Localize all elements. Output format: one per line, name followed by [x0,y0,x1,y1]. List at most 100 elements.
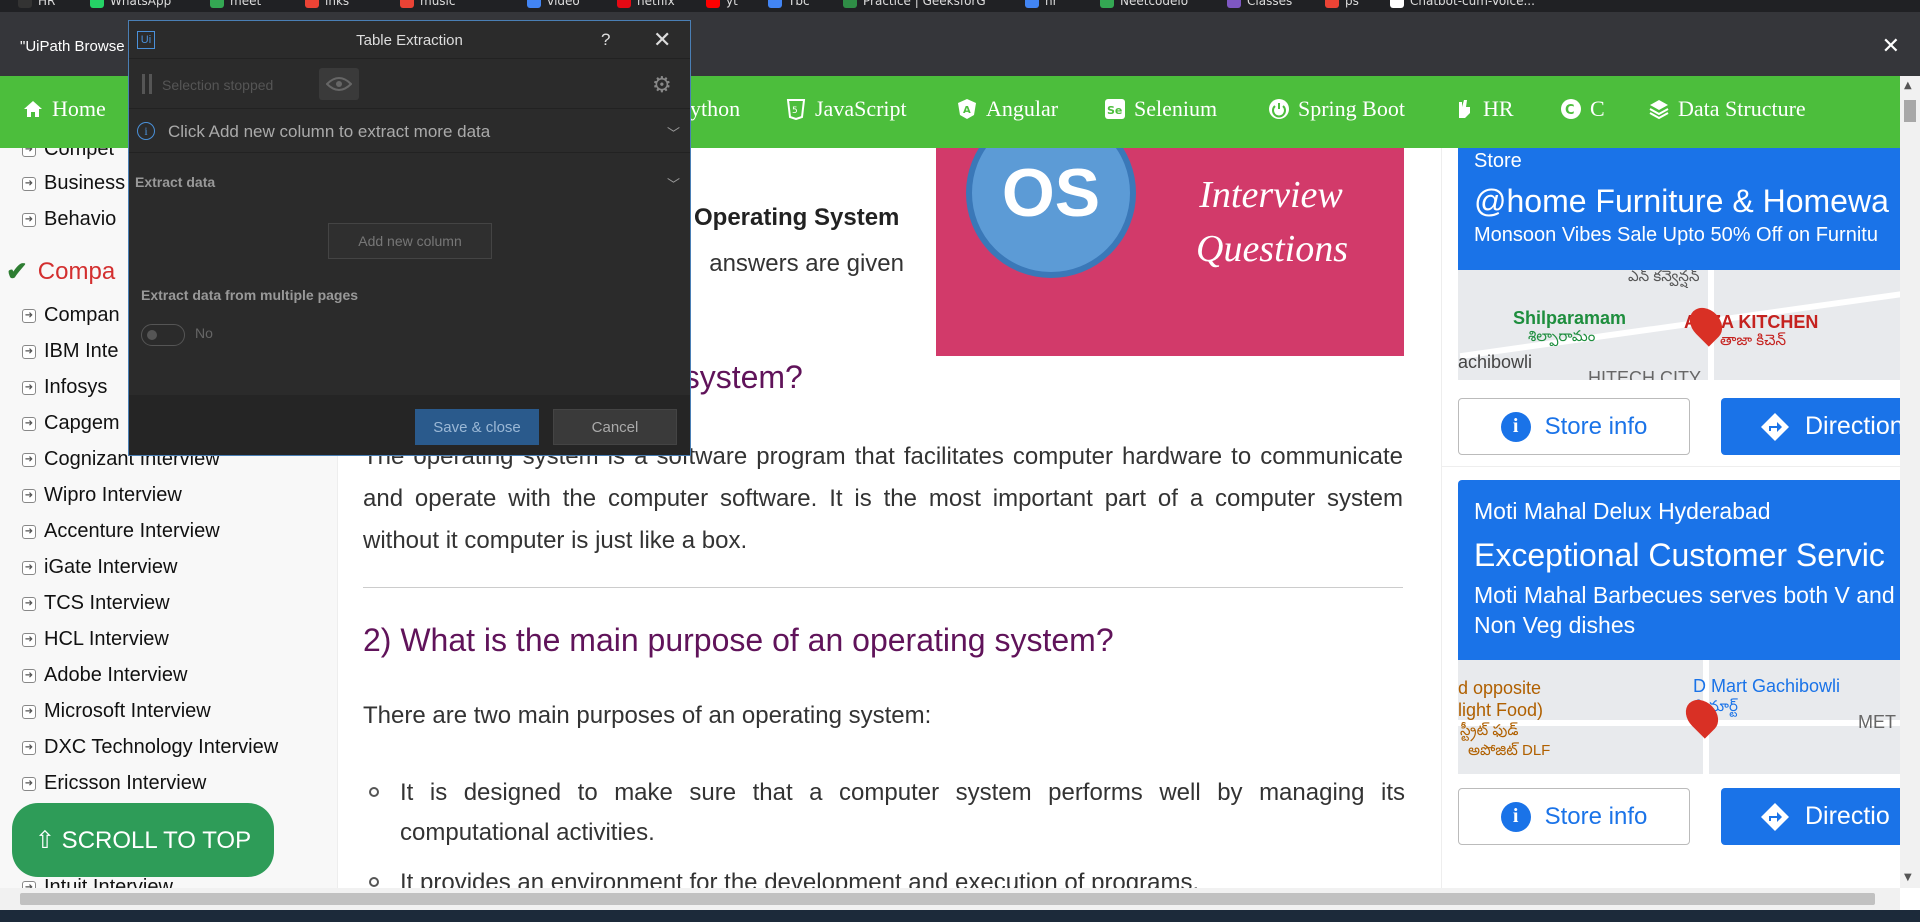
bookmark-icon [768,0,782,8]
question-heading: 2) What is the main purpose of an operat… [363,622,1114,658]
close-icon[interactable]: ✕ [653,27,671,53]
answer-paragraph: There are two main purposes of an operat… [363,702,932,729]
bookmark-hr2[interactable]: hr [1025,0,1058,8]
add-new-column-button[interactable]: Add new column [328,223,492,259]
expand-icon: ➜ [22,596,36,611]
ad-store-label: Store [1474,150,1522,172]
nav-item-data-structure[interactable]: Data Structure [1648,96,1806,122]
sidebar-item[interactable]: ➜ Business [22,172,125,195]
save-close-button[interactable]: Save & close [415,409,539,445]
bookmark-whatsapp[interactable]: WhatsApp [90,0,171,8]
expand-icon: ➜ [22,632,36,647]
bookmark-ps[interactable]: ps [1325,0,1359,8]
vertical-scrollbar[interactable]: ▲ ▼ [1900,76,1920,888]
nav-item-python[interactable]: ython [690,96,740,122]
nav-item-javascript[interactable]: 5 JavaScript [785,96,907,122]
pause-icon[interactable] [142,74,152,94]
sidebar-item[interactable]: ➜ iGate Interview [22,556,177,579]
info-icon: i [1500,801,1531,832]
dialog-toolbar: Selection stopped ⚙ [129,59,690,109]
sidebar-category[interactable]: ✔ Compa [6,256,115,287]
directions-button[interactable]: Directio [1721,788,1900,845]
ad-card[interactable]: Store @home Furniture & Homewa Monsoon V… [1458,148,1900,455]
horizontal-scrollbar[interactable] [0,888,1900,910]
nav-item-selenium[interactable]: Se Selenium [1104,96,1217,122]
bookmark-netflix[interactable]: netflix [617,0,675,8]
bookmark-hr[interactable]: HR [18,0,55,8]
bookmark-inks[interactable]: inks [305,0,349,8]
expand-icon: ➜ [22,488,36,503]
bookmark-tbc[interactable]: Tbc [768,0,810,8]
whatsapp-icon [90,0,104,8]
expand-icon: ➜ [22,380,36,395]
chevron-down-icon[interactable]: ﹀ [667,174,680,193]
directions-button[interactable]: Direction [1721,398,1900,455]
sidebar-item[interactable]: ➜ Ericsson Interview [22,772,206,795]
sidebar-item[interactable]: ➜ Adobe Interview [22,664,187,687]
info-panel[interactable]: i Click Add new column to extract more d… [129,109,690,153]
scroll-to-top-button[interactable]: ⇧ SCROLL TO TOP [12,803,274,877]
scrollbar-thumb[interactable] [20,893,1875,905]
cancel-button[interactable]: Cancel [553,409,677,445]
sidebar-item[interactable]: ➜ Accenture Interview [22,520,220,543]
expand-icon: ➜ [22,524,36,539]
expand-icon: ➜ [22,212,36,227]
bookmark-music[interactable]: music [400,0,455,8]
extension-banner-text: "UiPath Browse [20,38,125,55]
map-label: Shilparamam [1513,308,1627,328]
info-icon: i [137,122,155,140]
bookmark-video[interactable]: video [527,0,580,8]
bookmark-meet[interactable]: meet [210,0,261,8]
gear-icon[interactable]: ⚙ [652,72,672,98]
sidebar-item[interactable]: ➜ Compan [22,304,120,327]
expand-icon: ➜ [22,176,36,191]
bookmark-icon [1025,0,1039,8]
ad-map[interactable]: D Mart Gachibowli డి మార్ట్ d opposite l… [1458,660,1900,774]
store-info-button[interactable]: i Store info [1458,398,1690,455]
preview-button[interactable] [319,68,359,100]
scrollbar-thumb[interactable] [1904,100,1916,122]
extract-data-header[interactable]: Extract data [135,174,215,190]
extension-banner-close-icon[interactable]: ✕ [1882,34,1900,59]
scroll-down-icon[interactable]: ▼ [1904,872,1912,883]
bookmark-geeksforgeeks[interactable]: Practice | GeeksforG [843,0,986,8]
multi-pages-label: Extract data from multiple pages [141,287,359,303]
expand-icon: ➜ [22,704,36,719]
sidebar-item[interactable]: ➜ Compet [22,148,114,161]
ad-header[interactable]: Moti Mahal Delux Hyderabad Exceptional C… [1458,480,1900,660]
nav-item-c[interactable]: C C [1560,96,1605,122]
ad-subtitle: Moti Mahal Barbecues serves both V and N… [1474,582,1895,638]
map-label: light Food) [1458,700,1544,720]
bookmark-icon [1227,0,1241,8]
sidebar-item[interactable]: ➜ Wipro Interview [22,484,182,507]
help-icon[interactable]: ? [601,30,610,50]
sidebar-item[interactable]: ➜ TCS Interview [22,592,170,615]
sidebar-item[interactable]: ➜ Infosys [22,376,107,399]
sidebar-item[interactable]: ➜ IBM Inte [22,340,118,363]
nav-item-hr[interactable]: HR [1453,96,1514,122]
sidebar-item[interactable]: ➜ Capgem [22,412,120,435]
nav-item-home[interactable]: Home [22,96,106,122]
scroll-up-icon[interactable]: ▲ [1904,80,1912,91]
ad-map[interactable]: ఎన్ కన్వెన్షన్ Shilparamam శిల్పారామం AA… [1458,270,1900,380]
bookmark-neetcode[interactable]: Neetcodeio [1100,0,1188,8]
ad-header[interactable]: Store @home Furniture & Homewa Monsoon V… [1458,148,1900,270]
chevron-down-icon[interactable]: ﹀ [667,123,680,142]
store-info-button[interactable]: i Store info [1458,788,1690,845]
bookmark-chatbot[interactable]: Chatbot-cum-Voice... [1390,0,1535,8]
sidebar-item[interactable]: ➜ Microsoft Interview [22,700,211,723]
sidebar-item[interactable]: ➜ Intuit Interview [22,876,173,888]
sidebar-item[interactable]: ➜ Behavio [22,208,116,231]
dialog-titlebar[interactable]: Ui Table Extraction ? ✕ [129,21,690,59]
bookmark-yt[interactable]: yt [706,0,738,8]
expand-icon: ➜ [22,308,36,323]
nav-item-angular[interactable]: A Angular [956,96,1058,122]
sidebar-item[interactable]: ➜ HCL Interview [22,628,169,651]
ad-card[interactable]: Moti Mahal Delux Hyderabad Exceptional C… [1458,480,1900,845]
sidebar-item[interactable]: ➜ DXC Technology Interview [22,736,278,759]
bookmark-classes[interactable]: Classes [1227,0,1292,8]
multi-pages-toggle[interactable] [141,324,185,346]
map-label: అపోజిట్ DLF [1468,742,1551,759]
nav-item-spring-boot[interactable]: Spring Boot [1268,96,1405,122]
spring-boot-icon [1269,99,1289,119]
